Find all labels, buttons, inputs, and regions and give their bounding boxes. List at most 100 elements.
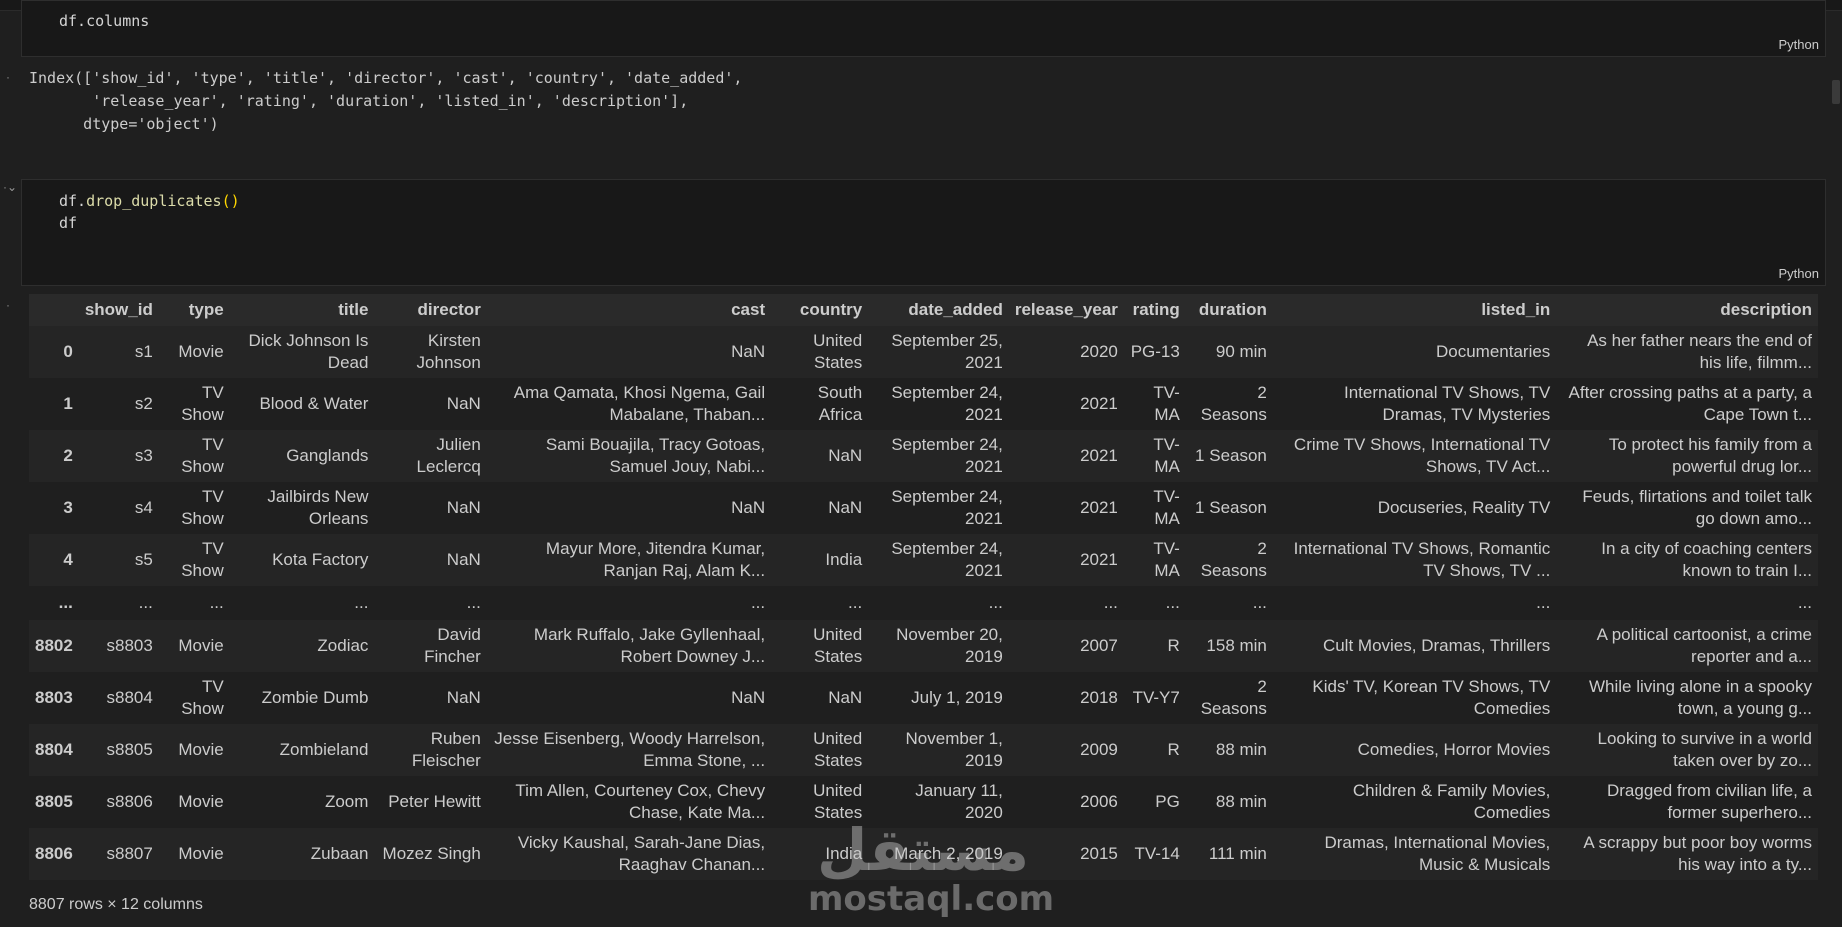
table-cell: ...	[750, 593, 766, 612]
table-cell: NaN	[731, 498, 766, 517]
table-cell: International TV Shows, Romantic TV Show…	[1293, 539, 1551, 580]
table-cell: 2020	[1080, 342, 1118, 361]
table-cell: Vicky Kaushal, Sarah-Jane Dias, Raaghav …	[517, 833, 766, 874]
table-cell: Zubaan	[310, 844, 369, 863]
table-cell: 90 min	[1215, 342, 1267, 361]
table-cell: September 24, 2021	[891, 383, 1003, 424]
table-row: 1 s2 TV Show Blood & Water NaN Ama Qamata, Kh…	[29, 378, 1818, 430]
column-header: show_id	[78, 294, 159, 326]
table-cell: 2 Seasons	[1200, 677, 1267, 718]
table-cell: Crime TV Shows, International TV Shows, …	[1293, 435, 1551, 476]
table-cell: 158 min	[1206, 636, 1267, 655]
table-cell: NaN	[446, 394, 481, 413]
column-header: cast	[486, 294, 772, 326]
table-cell: ...	[466, 593, 481, 612]
code-cell-drop-duplicates[interactable]: df.drop_duplicates() df Python	[21, 179, 1826, 286]
column-header: type	[158, 294, 230, 326]
table-cell: Cult Movies, Dramas, Thrillers	[1322, 636, 1551, 655]
watermark: مستقل mostaql.com	[808, 816, 1054, 918]
table-cell: United States	[813, 625, 863, 666]
language-label[interactable]: Python	[1779, 266, 1819, 281]
table-cell: Docuseries, Reality TV	[1377, 498, 1551, 517]
column-header: country	[771, 294, 869, 326]
table-cell: Dick Johnson Is Dead	[248, 331, 369, 372]
table-cell: ...	[988, 593, 1003, 612]
column-header: date_added	[868, 294, 1009, 326]
table-cell: Jesse Eisenberg, Woody Harrelson, Emma S…	[494, 729, 766, 770]
table-cell: s4	[134, 498, 153, 517]
table-row: 8802 s8803 Movie Zodiac David Fincher Mark Ru…	[29, 620, 1818, 672]
table-row: 3 s4 TV Show Jailbirds New Orleans NaN NaN NaN…	[29, 482, 1818, 534]
row-index: 8803	[35, 688, 73, 707]
table-row: 2 s3 TV Show Ganglands Julien Leclercq Sami B…	[29, 430, 1818, 482]
table-cell: TV Show	[181, 383, 224, 424]
table-cell: Mozez Singh	[382, 844, 481, 863]
table-cell: s8806	[106, 792, 153, 811]
table-cell: PG	[1155, 792, 1180, 811]
row-index: 0	[63, 342, 73, 361]
table-cell: s5	[134, 550, 153, 569]
table-cell: PG-13	[1130, 342, 1180, 361]
table-cell: Ruben Fleischer	[411, 729, 481, 770]
table-cell: 1 Season	[1195, 446, 1267, 465]
column-header: duration	[1185, 294, 1273, 326]
row-index: 8804	[35, 740, 73, 759]
table-cell: After crossing paths at a party, a Cape …	[1568, 383, 1812, 424]
table-cell: 2021	[1080, 446, 1118, 465]
cell-code-text[interactable]: df.columns	[59, 10, 149, 32]
cell-output-index: Index(['show_id', 'type', 'title', 'dire…	[29, 67, 742, 136]
table-cell: Tim Allen, Courteney Cox, Chevy Chase, K…	[515, 781, 766, 822]
table-cell: NaN	[446, 688, 481, 707]
table-cell: Feuds, flirtations and toilet talk go do…	[1582, 487, 1812, 528]
table-row: 8803 s8804 TV Show Zombie Dumb NaN NaN NaN July…	[29, 672, 1818, 724]
table-cell: November 1, 2019	[905, 729, 1003, 770]
table-cell: ...	[1797, 593, 1812, 612]
table-cell: Peter Hewitt	[388, 792, 481, 811]
table-cell: s2	[134, 394, 153, 413]
table-cell: s8807	[106, 844, 153, 863]
table-row: 0 s1 Movie Dick Johnson Is Dead Kirsten John…	[29, 326, 1818, 378]
table-cell: TV Show	[181, 539, 224, 580]
table-cell: 88 min	[1215, 740, 1267, 759]
table-cell: R	[1167, 740, 1180, 759]
table-cell: 2 Seasons	[1200, 539, 1267, 580]
table-cell: TV-MA	[1153, 383, 1180, 424]
table-cell: Julien Leclercq	[416, 435, 481, 476]
table-cell: ...	[354, 593, 369, 612]
chevron-down-icon[interactable]: ⌄	[7, 180, 17, 194]
row-index: ...	[58, 593, 73, 612]
column-header: title	[229, 294, 375, 326]
table-cell: ...	[1103, 593, 1118, 612]
table-cell: NaN	[828, 498, 863, 517]
watermark-arabic: مستقل	[816, 816, 1030, 884]
table-cell: To protect his family from a powerful dr…	[1608, 435, 1812, 476]
table-cell: NaN	[828, 688, 863, 707]
code-function: drop_duplicates	[86, 192, 222, 210]
table-cell: s8804	[106, 688, 153, 707]
table-cell: A scrappy but poor boy worms his way int…	[1583, 833, 1812, 874]
table-cell: Movie	[178, 740, 224, 759]
table-cell: November 20, 2019	[896, 625, 1003, 666]
table-cell: 2021	[1080, 550, 1118, 569]
table-cell: R	[1167, 636, 1180, 655]
table-cell: September 24, 2021	[891, 487, 1003, 528]
cell-code-text[interactable]: df.drop_duplicates() df	[59, 190, 240, 234]
table-cell: Zombieland	[279, 740, 369, 759]
table-cell: July 1, 2019	[911, 688, 1003, 707]
scrollbar-thumb[interactable]	[1832, 80, 1840, 104]
table-cell: Movie	[178, 844, 224, 863]
table-cell: 2021	[1080, 394, 1118, 413]
row-index: 4	[63, 550, 73, 569]
table-cell: Ama Qamata, Khosi Ngema, Gail Mabalane, …	[513, 383, 766, 424]
table-cell: ...	[1165, 593, 1180, 612]
table-cell: South Africa	[817, 383, 863, 424]
table-cell: s8803	[106, 636, 153, 655]
table-cell: NaN	[731, 342, 766, 361]
table-cell: Dramas, International Movies, Music & Mu…	[1324, 833, 1551, 874]
table-cell: Comedies, Horror Movies	[1357, 740, 1551, 759]
code-cell-columns[interactable]: df.columns Python	[21, 0, 1826, 57]
language-label[interactable]: Python	[1779, 37, 1819, 52]
table-cell: Dragged from civilian life, a former sup…	[1606, 781, 1812, 822]
table-cell: Zoom	[324, 792, 369, 811]
table-cell: 88 min	[1215, 792, 1267, 811]
